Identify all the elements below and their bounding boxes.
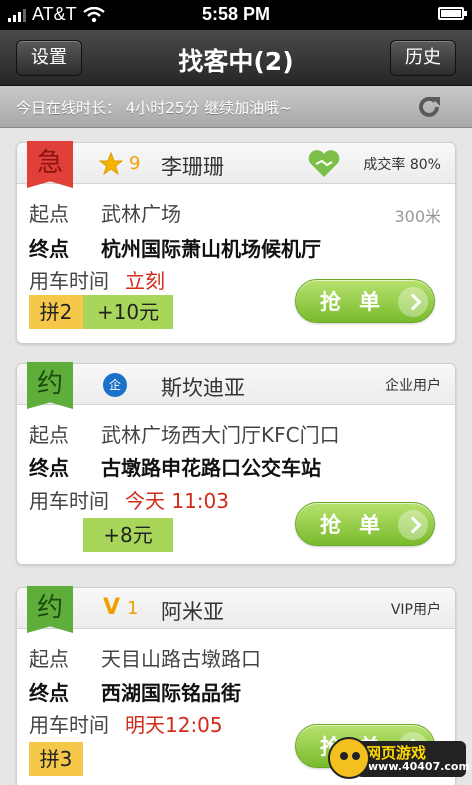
- order-card-header: 约 V 1 阿米亚 VIP用户: [17, 586, 455, 633]
- end-row: 终点 西湖国际铭品街: [29, 681, 241, 705]
- carpool-badge: 拼2: [29, 295, 83, 329]
- end-row: 终点 古墩路申花路口公交车站: [29, 456, 321, 480]
- arrow-right-icon: [398, 287, 428, 317]
- passenger-name: 斯坎迪亚: [161, 376, 245, 400]
- user-type: VIP用户: [390, 602, 441, 618]
- reserved-tag: 约: [27, 586, 73, 633]
- online-info-bar: 今日在线时长： 4小时25分 继续加油哦~: [0, 86, 472, 128]
- order-card[interactable]: 约 企 斯坎迪亚 企业用户 起点 武林广场西大门厅KFC门口 终点 古墩路申花路口公…: [16, 362, 456, 565]
- battery-icon: [438, 7, 467, 20]
- start-location: 天目山路古墩路口: [101, 647, 261, 671]
- end-row: 终点 杭州国际萧山机场候机厅: [29, 237, 321, 261]
- start-row: 起点 武林广场: [29, 202, 181, 226]
- watermark-logo: 网页游戏 www.40407.com: [328, 737, 470, 781]
- end-location: 古墩路申花路口公交车站: [101, 456, 321, 480]
- time-row: 用车时间 立刻: [29, 269, 165, 293]
- passenger-rating: 9: [129, 153, 141, 174]
- enterprise-icon: 企: [103, 373, 127, 397]
- start-location: 武林广场: [101, 202, 181, 226]
- passenger-name: 李珊珊: [161, 155, 224, 179]
- time-row: 用车时间 今天 11:03: [29, 489, 229, 513]
- start-location: 武林广场西大门厅KFC门口: [101, 423, 340, 447]
- tip-badge: +8元: [83, 518, 173, 552]
- star-icon: [99, 152, 123, 176]
- ride-time: 立刻: [125, 269, 165, 293]
- grab-order-button[interactable]: 抢单: [295, 279, 435, 323]
- mascot-icon: [328, 737, 370, 779]
- user-type: 企业用户: [385, 378, 441, 394]
- end-location: 杭州国际萧山机场候机厅: [101, 237, 321, 261]
- online-duration-text: 今日在线时长： 4小时25分 继续加油哦~: [16, 99, 292, 117]
- ride-time: 今天 11:03: [125, 489, 229, 513]
- grab-order-button[interactable]: 抢单: [295, 502, 435, 546]
- start-row: 起点 天目山路古墩路口: [29, 647, 261, 671]
- carpool-badge: 拼3: [29, 742, 83, 776]
- refresh-icon[interactable]: [416, 94, 442, 120]
- tip-badge: +10元: [83, 295, 173, 329]
- watermark-url: www.40407.com: [368, 760, 470, 773]
- urgent-tag: 急: [27, 141, 73, 188]
- order-card-header: 约 企 斯坎迪亚 企业用户: [17, 362, 455, 409]
- handshake-icon: [308, 150, 340, 177]
- end-location: 西湖国际铭品街: [101, 681, 241, 705]
- start-row: 起点 武林广场西大门厅KFC门口: [29, 423, 340, 447]
- order-card-header: 急 9 李珊珊 成交率 80%: [17, 141, 455, 188]
- reserved-tag: 约: [27, 362, 73, 409]
- success-rate: 成交率 80%: [363, 157, 441, 173]
- time-row: 用车时间 明天12:05: [29, 713, 223, 737]
- history-button[interactable]: 历史: [390, 40, 456, 76]
- status-time: 5:58 PM: [201, 4, 271, 24]
- vip-icon: V: [103, 595, 121, 620]
- ride-time: 明天12:05: [125, 713, 223, 737]
- order-card[interactable]: 急 9 李珊珊 成交率 80% 起点 武林广场 300米 终点 杭州国际萧山机场候机…: [16, 141, 456, 344]
- passenger-name: 阿米亚: [161, 600, 224, 624]
- status-bar: AT&T 5:58 PM: [0, 0, 472, 30]
- distance: 300米: [394, 207, 441, 226]
- nav-bar: 设置 找客中(2) 历史: [0, 30, 472, 86]
- arrow-right-icon: [398, 510, 428, 540]
- vip-level: 1: [127, 598, 139, 619]
